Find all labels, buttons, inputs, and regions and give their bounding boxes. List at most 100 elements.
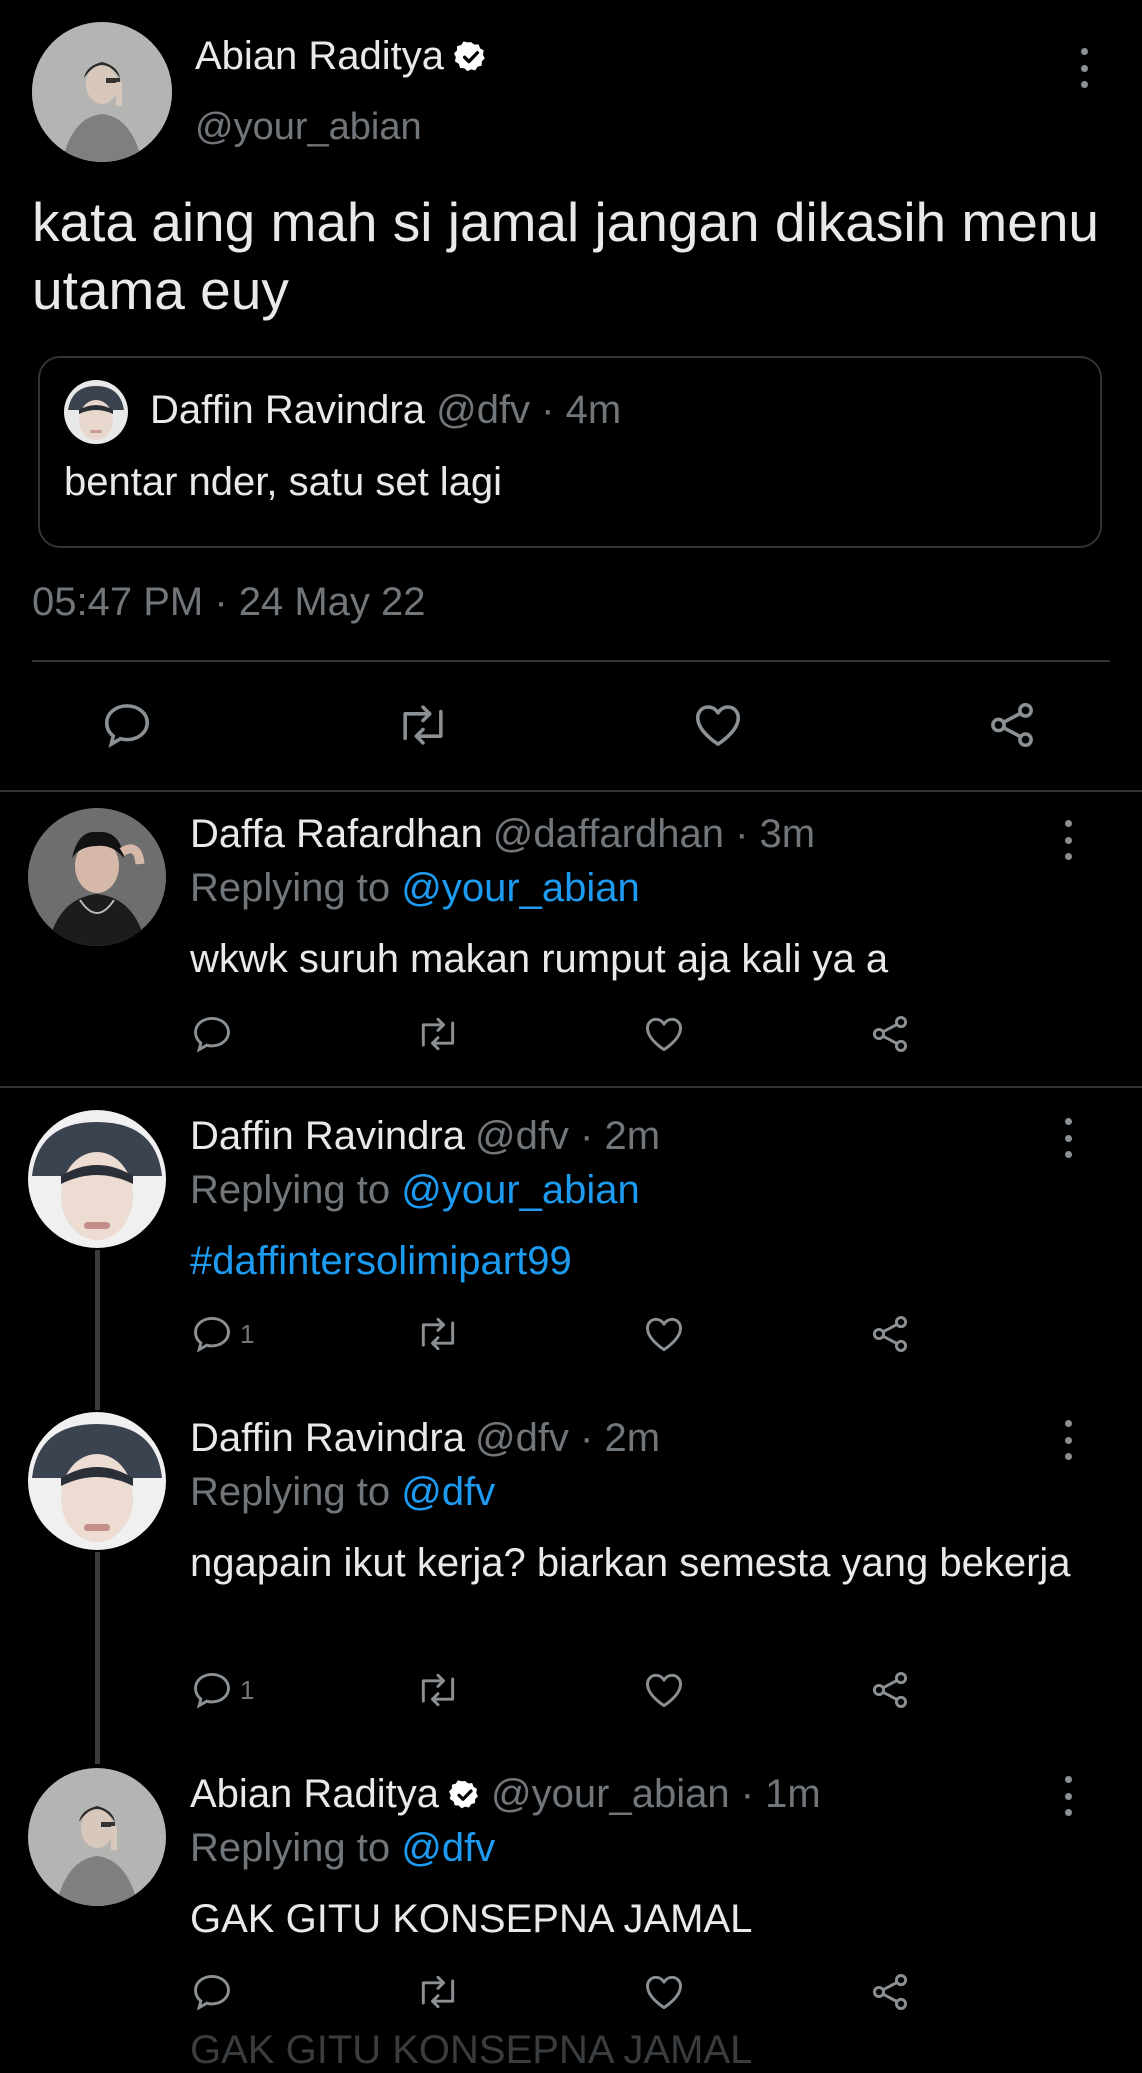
reply-icon <box>190 1970 234 2014</box>
reply-button[interactable] <box>190 1970 240 2014</box>
replying-to: Replying to @your_abian <box>190 1168 640 1213</box>
replying-to-label: Replying to <box>190 1470 391 1514</box>
reply-author-name[interactable]: Daffin Ravindra <box>190 1114 465 1159</box>
hashtag-link[interactable]: #daffintersolimipart99 <box>190 1234 1090 1288</box>
reply-button[interactable]: 1 <box>190 1312 254 1356</box>
like-button[interactable] <box>642 1012 686 1056</box>
like-icon <box>642 1312 686 1356</box>
share-button[interactable] <box>868 1012 912 1056</box>
reply-action-bar: 1 <box>190 1668 950 1728</box>
reply-meta: @dfv · 2m <box>474 1416 661 1460</box>
more-icon[interactable] <box>1058 820 1078 860</box>
share-button[interactable] <box>984 698 1040 752</box>
share-button[interactable] <box>868 1970 912 2014</box>
reply-author-name[interactable]: Daffin Ravindra <box>190 1416 465 1461</box>
share-icon <box>868 1312 912 1356</box>
share-icon <box>984 698 1040 752</box>
retweet-icon <box>394 698 452 752</box>
quote-avatar <box>64 380 128 444</box>
share-icon <box>868 1668 912 1712</box>
like-icon <box>642 1012 686 1056</box>
verified-badge-icon <box>454 40 488 74</box>
replying-to: Replying to @dfv <box>190 1470 495 1515</box>
like-button[interactable] <box>642 1970 686 2014</box>
replying-to: Replying to @dfv <box>190 1826 495 1871</box>
reply-meta: @daffardhan · 3m <box>492 812 816 856</box>
reply-button[interactable]: 1 <box>190 1668 254 1712</box>
avatar[interactable] <box>28 1768 166 1906</box>
reply-button[interactable] <box>190 1012 240 1056</box>
reply-header: Abian Raditya @your_abian · 1m <box>190 1772 821 1817</box>
more-icon[interactable] <box>1058 1420 1078 1460</box>
replying-to-link[interactable]: @your_abian <box>401 1168 640 1212</box>
thread-line <box>95 1250 100 1410</box>
reply-meta: @dfv · 2m <box>474 1114 661 1158</box>
retweet-icon <box>414 1668 462 1712</box>
reply-count: 1 <box>240 1318 255 1349</box>
like-button[interactable] <box>690 698 746 752</box>
reply-icon <box>190 1668 234 1712</box>
replying-to-label: Replying to <box>190 1168 391 1212</box>
avatar[interactable] <box>32 22 172 162</box>
like-icon <box>642 1668 686 1712</box>
reply-icon <box>190 1312 234 1356</box>
reply-text: wkwk suruh makan rumput aja kali ya a <box>190 937 889 981</box>
replying-to: Replying to @your_abian <box>190 866 640 911</box>
share-icon <box>868 1970 912 2014</box>
thread-line <box>95 1552 100 1764</box>
replying-to-link[interactable]: @dfv <box>401 1826 495 1870</box>
reply-icon <box>190 1012 234 1056</box>
retweet-button[interactable] <box>394 698 452 752</box>
share-button[interactable] <box>868 1668 912 1712</box>
divider <box>0 1086 1142 1088</box>
retweet-button[interactable] <box>414 1012 462 1056</box>
tweet-text: kata aing mah si jamal jangan dikasih me… <box>32 191 1099 321</box>
verified-badge-icon <box>449 1779 481 1811</box>
reply-count: 1 <box>240 1674 255 1705</box>
retweet-button[interactable] <box>414 1312 462 1356</box>
replying-to-label: Replying to <box>190 866 391 910</box>
author-handle[interactable]: @your_abian <box>195 106 422 149</box>
avatar[interactable] <box>28 1412 166 1550</box>
share-icon <box>868 1012 912 1056</box>
avatar[interactable] <box>28 808 166 946</box>
like-icon <box>690 698 746 752</box>
divider <box>0 790 1142 792</box>
retweet-button[interactable] <box>414 1668 462 1712</box>
reply-action-bar <box>190 1970 950 2030</box>
like-icon <box>642 1970 686 2014</box>
reply-header: Daffin Ravindra @dfv · 2m <box>190 1416 660 1461</box>
avatar[interactable] <box>28 1110 166 1248</box>
reply-meta: @your_abian · 1m <box>491 1772 821 1816</box>
retweet-button[interactable] <box>414 1970 462 2014</box>
tweet-action-bar <box>0 690 1142 760</box>
reply-icon <box>100 698 154 752</box>
reply-author-name[interactable]: Abian Raditya <box>190 1772 439 1817</box>
next-reply-preview: GAK GITU KONSEPNA JAMAL <box>190 2028 753 2072</box>
author-name-label: Abian Raditya <box>195 34 445 78</box>
retweet-icon <box>414 1012 462 1056</box>
like-button[interactable] <box>642 1312 686 1356</box>
retweet-icon <box>414 1312 462 1356</box>
quote-header: Daffin Ravindra @dfv · 4m <box>150 388 621 433</box>
retweet-icon <box>414 1970 462 2014</box>
reply-action-bar <box>190 1012 950 1072</box>
replying-to-link[interactable]: @dfv <box>401 1470 495 1514</box>
replying-to-label: Replying to <box>190 1826 391 1870</box>
reply-text: ngapain ikut kerja? biarkan semesta yang… <box>190 1541 1071 1585</box>
share-button[interactable] <box>868 1312 912 1356</box>
reply-author-name[interactable]: Daffa Rafardhan <box>190 812 483 857</box>
more-icon[interactable] <box>1058 1776 1078 1816</box>
reply-header: Daffin Ravindra @dfv · 2m <box>190 1114 660 1159</box>
reply-header: Daffa Rafardhan @daffardhan · 3m <box>190 812 815 857</box>
quoted-tweet[interactable]: Daffin Ravindra @dfv · 4m bentar nder, s… <box>38 356 1102 548</box>
more-icon[interactable] <box>1058 1118 1078 1158</box>
more-icon[interactable] <box>1074 48 1094 88</box>
reply-text: GAK GITU KONSEPNA JAMAL <box>190 1897 753 1941</box>
like-button[interactable] <box>642 1668 686 1712</box>
reply-button[interactable] <box>100 698 154 752</box>
replying-to-link[interactable]: @your_abian <box>401 866 640 910</box>
divider <box>32 660 1110 662</box>
quote-author-name: Daffin Ravindra <box>150 388 425 432</box>
author-name[interactable]: Abian Raditya <box>195 34 488 79</box>
